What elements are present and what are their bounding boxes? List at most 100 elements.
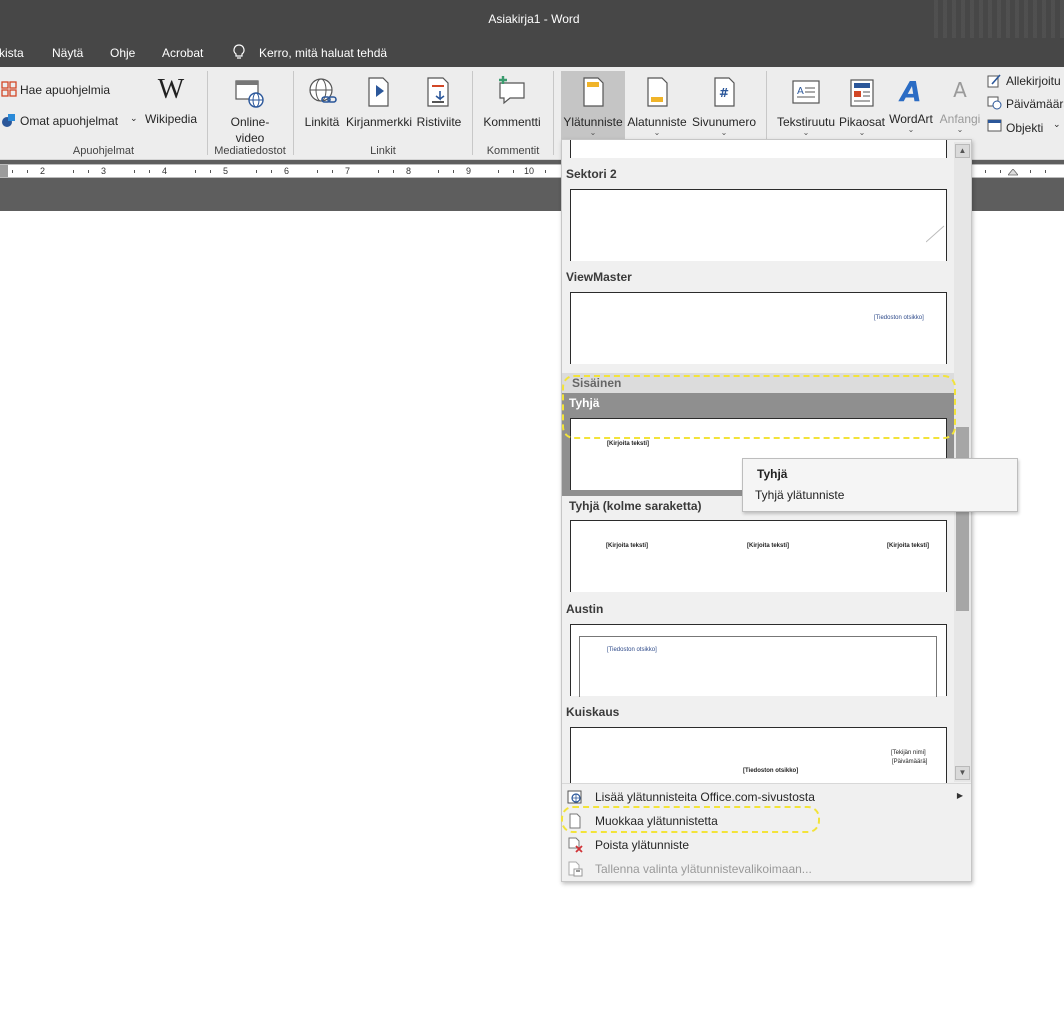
calendar-clock-icon xyxy=(987,96,1002,110)
thumb-placeholder: [Tiedoston otsikko] xyxy=(874,315,924,321)
save-selection-menu-item: Tallenna valinta ylätunnistevalikoimaan.… xyxy=(562,857,971,881)
ruler-number: 2 xyxy=(40,166,46,176)
gallery-thumb-viewmaster[interactable]: [Tiedoston otsikko] xyxy=(570,292,947,364)
chevron-down-icon: ⌄ xyxy=(858,128,866,137)
gallery-thumb-sektori-2[interactable] xyxy=(570,189,947,261)
page-icon xyxy=(569,813,581,829)
comment-button[interactable]: Kommentti xyxy=(480,71,544,130)
object-button[interactable]: Objekti xyxy=(1006,121,1043,135)
office-web-icon xyxy=(567,790,582,804)
tab-help[interactable]: Ohje xyxy=(110,46,135,60)
chevron-down-icon: ⌄ xyxy=(802,128,810,137)
svg-text:A: A xyxy=(797,86,804,97)
my-addins-button[interactable]: Omat apuohjelmat xyxy=(20,114,118,128)
gallery-thumb-partial[interactable] xyxy=(570,140,947,158)
gallery-item-title: Austin xyxy=(566,602,604,616)
thumb-placeholder: [Kirjoita teksti] xyxy=(747,543,790,549)
scroll-down-button[interactable]: ▼ xyxy=(955,766,970,780)
ruler-number: 4 xyxy=(162,166,168,176)
chevron-down-icon: ⌄ xyxy=(956,125,964,134)
ruler-margin xyxy=(0,165,8,177)
ruler-number: 10 xyxy=(524,166,535,176)
signature-line-button[interactable]: Allekirjoitu xyxy=(1006,74,1061,88)
group-divider xyxy=(207,71,208,155)
lightbulb-icon xyxy=(233,44,245,59)
online-video-button[interactable]: Online- video xyxy=(222,71,278,146)
online-video-icon xyxy=(235,80,264,108)
cross-reference-icon xyxy=(427,77,449,107)
get-addins-button[interactable]: Hae apuohjelmia xyxy=(20,83,110,97)
menu-bar: kista Näytä Ohje Acrobat Kerro, mitä hal… xyxy=(0,38,1064,67)
ruler-number: 6 xyxy=(284,166,290,176)
remove-page-icon xyxy=(568,837,583,853)
group-divider xyxy=(293,71,294,155)
menu-divider xyxy=(562,783,971,784)
gallery-item-title: ViewMaster xyxy=(566,270,632,284)
remove-header-menu-item[interactable]: Poista ylätunniste xyxy=(562,833,971,857)
group-divider xyxy=(472,71,473,155)
thumb-placeholder: [Tiedoston otsikko] xyxy=(743,768,799,774)
ruler-number: 5 xyxy=(223,166,229,176)
svg-text:#: # xyxy=(719,86,729,100)
thumb-date: [Päivämäärä] xyxy=(892,759,928,765)
gallery-thumb-austin[interactable]: [Tiedoston otsikko] xyxy=(570,624,947,697)
link-button[interactable]: Linkitä xyxy=(302,71,342,130)
tooltip-body: Tyhjä ylätunniste xyxy=(755,488,845,502)
link-globe-icon xyxy=(309,78,337,103)
tab-review[interactable]: kista xyxy=(0,46,24,60)
scroll-up-button[interactable]: ▲ xyxy=(955,144,970,158)
chevron-down-icon[interactable]: ⌄ xyxy=(1053,119,1061,130)
title-bar: Asiakirja1 - Word xyxy=(0,0,1064,38)
gallery-thumb-tyhja-three-columns[interactable]: [Kirjoita teksti] [Kirjoita teksti] [Kir… xyxy=(570,520,947,592)
wikipedia-icon: W xyxy=(157,74,185,105)
tell-me-search[interactable]: Kerro, mitä haluat tehdä xyxy=(259,46,387,60)
chevron-down-icon: ⌄ xyxy=(907,125,915,134)
my-addins-icon xyxy=(2,114,15,127)
corner-line-decoration xyxy=(926,225,945,243)
group-label-addins: Apuohjelmat xyxy=(72,145,135,157)
gallery-item-title-selected: Tyhjä xyxy=(569,396,600,410)
tab-acrobat[interactable]: Acrobat xyxy=(162,46,203,60)
scrollbar-thumb[interactable] xyxy=(956,427,969,611)
drop-cap-button[interactable]: A Anfangi ⌄ xyxy=(936,71,984,134)
bookmark-icon xyxy=(368,77,389,107)
object-icon xyxy=(987,119,1002,132)
chevron-down-icon: ⌄ xyxy=(720,128,728,137)
bookmark-button[interactable]: Kirjanmerkki xyxy=(345,71,413,130)
comment-icon xyxy=(499,76,525,105)
gallery-thumb-kuiskaus[interactable]: [Tekijän nimi] [Päivämäärä] [Tiedoston o… xyxy=(570,727,947,783)
group-label-comments: Kommentit xyxy=(486,145,540,157)
edit-header-menu-item[interactable]: Muokkaa ylätunnistetta xyxy=(562,809,971,833)
right-indent-marker-icon[interactable] xyxy=(1008,169,1018,177)
text-box-button[interactable]: A Tekstiruutu ⌄ xyxy=(774,71,838,137)
header-button[interactable]: Ylätunniste ⌄ xyxy=(561,71,625,141)
save-to-gallery-icon xyxy=(568,861,583,877)
tab-view[interactable]: Näytä xyxy=(52,46,83,60)
wordart-button[interactable]: A WordArt ⌄ xyxy=(886,71,936,134)
ruler-number: 9 xyxy=(466,166,472,176)
more-headers-office-menu-item[interactable]: Lisää ylätunnisteita Office.com-sivustos… xyxy=(562,785,971,809)
date-time-button[interactable]: Päivämäärä xyxy=(1006,97,1064,111)
text-box-icon: A xyxy=(792,80,820,104)
word-window: Asiakirja1 - Word kista Näytä Ohje Acrob… xyxy=(0,0,1064,1020)
footer-button[interactable]: Alatunniste ⌄ xyxy=(626,71,688,137)
signature-icon xyxy=(987,74,1001,88)
page-number-button[interactable]: # Sivunumero ⌄ xyxy=(690,71,758,137)
footer-icon xyxy=(647,77,668,107)
gallery-section-header: Sisäinen xyxy=(562,373,954,393)
drop-cap-icon: A xyxy=(953,78,967,102)
wikipedia-button[interactable]: W Wikipedia xyxy=(144,71,198,127)
thumb-placeholder: [Kirjoita teksti] xyxy=(887,543,930,549)
gallery-item-title: Tyhjä (kolme saraketta) xyxy=(569,499,702,513)
quick-parts-button[interactable]: Pikaosat ⌄ xyxy=(838,71,886,137)
thumb-placeholder: [Kirjoita teksti] xyxy=(607,441,650,447)
page-number-icon: # xyxy=(714,77,735,107)
ruler-number: 8 xyxy=(406,166,412,176)
chevron-down-icon[interactable]: ⌄ xyxy=(130,113,138,124)
cross-reference-button[interactable]: Ristiviite xyxy=(415,71,463,130)
thumb-frame xyxy=(579,636,937,697)
group-divider xyxy=(553,71,554,155)
group-label-links: Linkit xyxy=(370,145,396,157)
chevron-down-icon: ⌄ xyxy=(653,128,661,137)
submenu-arrow-icon: ▶ xyxy=(956,791,963,800)
